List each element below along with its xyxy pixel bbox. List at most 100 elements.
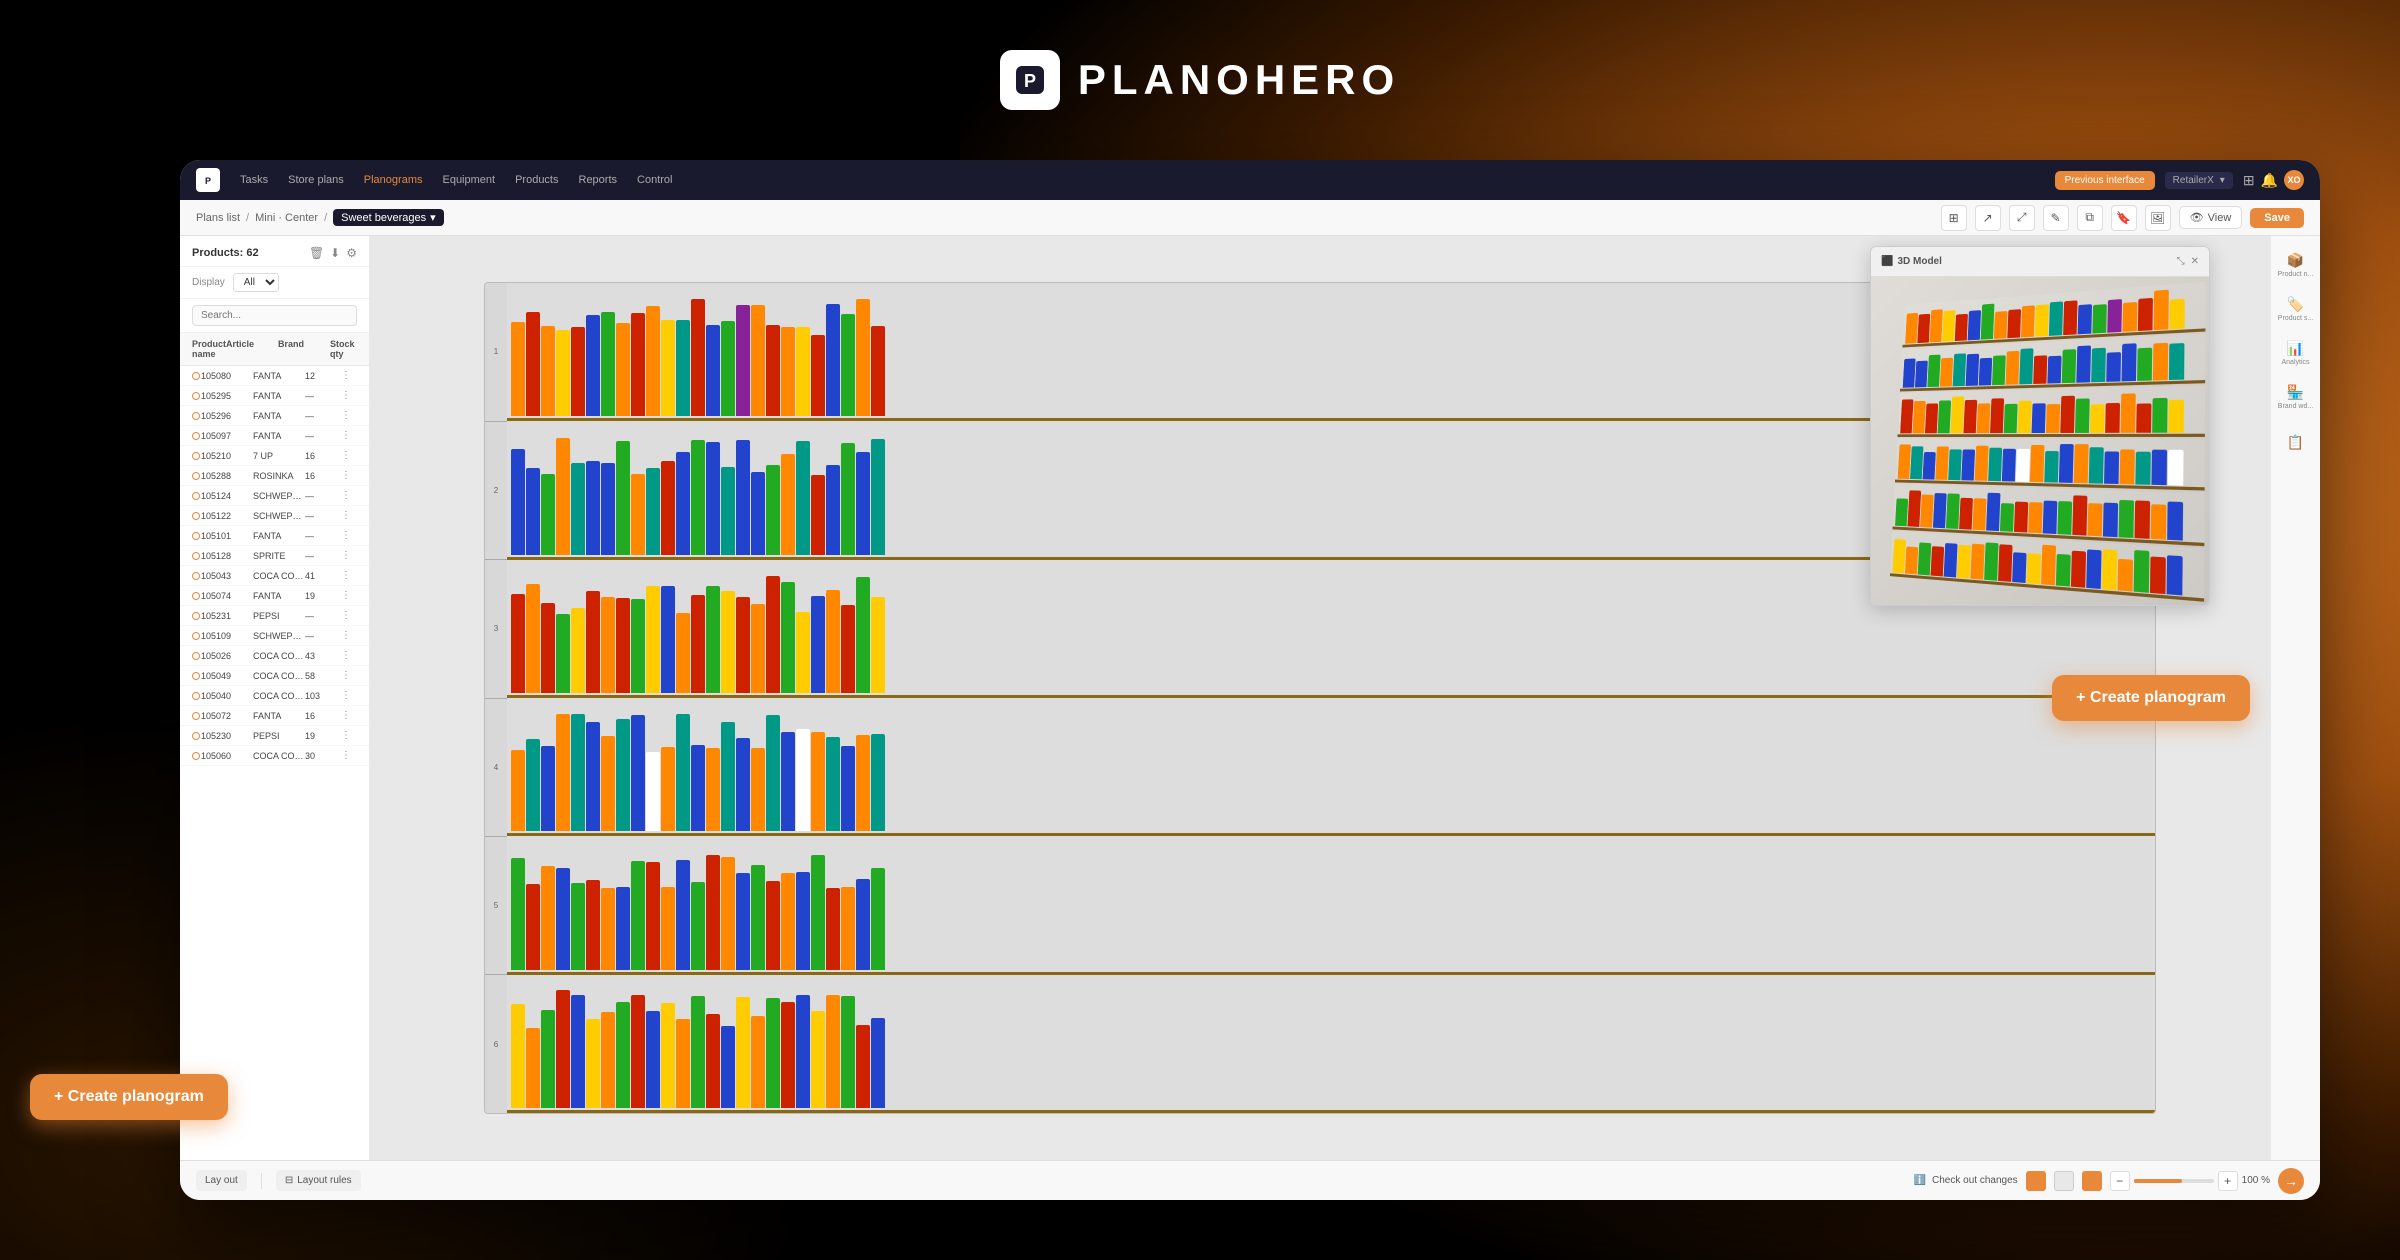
- product-bottle[interactable]: [811, 596, 825, 693]
- product-bottle[interactable]: [736, 873, 750, 970]
- product-bottle[interactable]: [781, 732, 795, 832]
- model-close-icon[interactable]: ✕: [2191, 256, 2199, 267]
- add-product-dot[interactable]: [192, 552, 200, 560]
- product-bottle[interactable]: [826, 737, 840, 831]
- right-panel-extra[interactable]: 📋: [2276, 422, 2316, 462]
- product-bottle[interactable]: [616, 441, 630, 555]
- product-bottle[interactable]: [736, 597, 750, 693]
- toolbar-image-icon[interactable]: 🖼: [2145, 205, 2171, 231]
- product-bottle[interactable]: [856, 577, 870, 693]
- breadcrumb-mini-center[interactable]: Mini · Center: [255, 212, 318, 224]
- more-icon[interactable]: ⋮: [341, 450, 357, 461]
- product-bottle[interactable]: [706, 855, 720, 970]
- product-bottle[interactable]: [631, 599, 645, 693]
- more-icon[interactable]: ⋮: [341, 710, 357, 721]
- product-bottle[interactable]: [781, 873, 795, 970]
- product-bottle[interactable]: [616, 323, 630, 416]
- product-bottle[interactable]: [751, 1016, 765, 1108]
- more-icon[interactable]: ⋮: [341, 730, 357, 741]
- product-bottle[interactable]: [856, 735, 870, 832]
- layout-rules-button[interactable]: ⊟ Layout rules: [276, 1170, 361, 1191]
- nav-reports[interactable]: Reports: [579, 174, 618, 186]
- product-bottle[interactable]: [841, 996, 855, 1108]
- product-bottle[interactable]: [676, 320, 690, 416]
- product-bottle[interactable]: [766, 325, 780, 417]
- add-product-dot[interactable]: [192, 672, 200, 680]
- product-bottle[interactable]: [706, 1014, 720, 1108]
- add-product-dot[interactable]: [192, 472, 200, 480]
- product-bottle[interactable]: [841, 443, 855, 554]
- product-bottle[interactable]: [571, 327, 585, 416]
- gray-square-btn[interactable]: [2054, 1171, 2074, 1191]
- product-bottle[interactable]: [871, 326, 885, 416]
- product-bottle[interactable]: [616, 719, 630, 831]
- product-bottle[interactable]: [841, 314, 855, 417]
- product-bottle[interactable]: [781, 1002, 795, 1108]
- product-bottle[interactable]: [586, 880, 600, 969]
- product-bottle[interactable]: [826, 590, 840, 693]
- product-bottle[interactable]: [526, 468, 540, 555]
- product-bottle[interactable]: [706, 325, 720, 416]
- add-product-dot[interactable]: [192, 692, 200, 700]
- product-bottle[interactable]: [691, 299, 705, 416]
- breadcrumb-plans-list[interactable]: Plans list: [196, 212, 240, 224]
- trash-icon[interactable]: 🗑: [309, 246, 324, 260]
- product-bottle[interactable]: [571, 995, 585, 1108]
- product-bottle[interactable]: [661, 461, 675, 554]
- product-bottle[interactable]: [646, 306, 660, 417]
- toolbar-copy-icon[interactable]: ⧉: [2077, 205, 2103, 231]
- product-bottle[interactable]: [571, 883, 585, 969]
- product-bottle[interactable]: [556, 438, 570, 554]
- zoom-out-button[interactable]: −: [2110, 1171, 2130, 1191]
- toolbar-move-icon[interactable]: ⤢: [2009, 205, 2035, 231]
- product-bottle[interactable]: [616, 887, 630, 969]
- add-product-dot[interactable]: [192, 752, 200, 760]
- zoom-slider[interactable]: [2134, 1179, 2214, 1183]
- product-bottle[interactable]: [646, 862, 660, 969]
- product-bottle[interactable]: [781, 582, 795, 693]
- product-bottle[interactable]: [601, 312, 615, 416]
- add-product-dot[interactable]: [192, 652, 200, 660]
- product-bottle[interactable]: [661, 586, 675, 693]
- product-bottle[interactable]: [541, 326, 555, 417]
- previous-interface-button[interactable]: Previous interface: [2055, 171, 2155, 190]
- product-bottle[interactable]: [841, 605, 855, 693]
- product-bottle[interactable]: [751, 305, 765, 417]
- product-bottle[interactable]: [826, 888, 840, 969]
- toolbar-edit-icon[interactable]: ✎: [2043, 205, 2069, 231]
- more-icon[interactable]: ⋮: [341, 670, 357, 681]
- product-bottle[interactable]: [526, 584, 540, 693]
- product-bottle[interactable]: [841, 887, 855, 969]
- product-bottle[interactable]: [661, 887, 675, 969]
- product-bottle[interactable]: [586, 722, 600, 832]
- product-bottle[interactable]: [871, 734, 885, 831]
- product-bottle[interactable]: [586, 461, 600, 554]
- nav-control[interactable]: Control: [637, 174, 672, 186]
- product-bottle[interactable]: [661, 320, 675, 417]
- breadcrumb-sweet-beverages[interactable]: Sweet beverages ▾: [333, 209, 444, 226]
- product-bottle[interactable]: [511, 1004, 525, 1107]
- more-icon[interactable]: ⋮: [341, 430, 357, 441]
- add-product-dot[interactable]: [192, 612, 200, 620]
- add-product-dot[interactable]: [192, 412, 200, 420]
- add-product-dot[interactable]: [192, 492, 200, 500]
- nav-store-plans[interactable]: Store plans: [288, 174, 344, 186]
- user-avatar[interactable]: XO: [2284, 170, 2304, 190]
- product-bottle[interactable]: [646, 752, 660, 831]
- product-bottle[interactable]: [556, 330, 570, 417]
- grid-icon[interactable]: ⊞: [2243, 172, 2255, 189]
- layout-button[interactable]: Lay out: [196, 1170, 247, 1191]
- product-bottle[interactable]: [751, 604, 765, 693]
- right-panel-analytics[interactable]: 📊 Analytics: [2276, 334, 2316, 374]
- add-product-dot[interactable]: [192, 592, 200, 600]
- product-bottle[interactable]: [631, 861, 645, 970]
- product-bottle[interactable]: [766, 881, 780, 969]
- display-select[interactable]: All: [233, 273, 279, 292]
- product-bottle[interactable]: [661, 1003, 675, 1108]
- save-button[interactable]: Save: [2250, 208, 2304, 228]
- product-bottle[interactable]: [811, 335, 825, 416]
- product-bottle[interactable]: [571, 608, 585, 693]
- product-bottle[interactable]: [541, 746, 555, 831]
- settings-icon[interactable]: ⚙: [346, 246, 357, 260]
- create-planogram-button-left[interactable]: + Create planogram: [30, 1074, 228, 1120]
